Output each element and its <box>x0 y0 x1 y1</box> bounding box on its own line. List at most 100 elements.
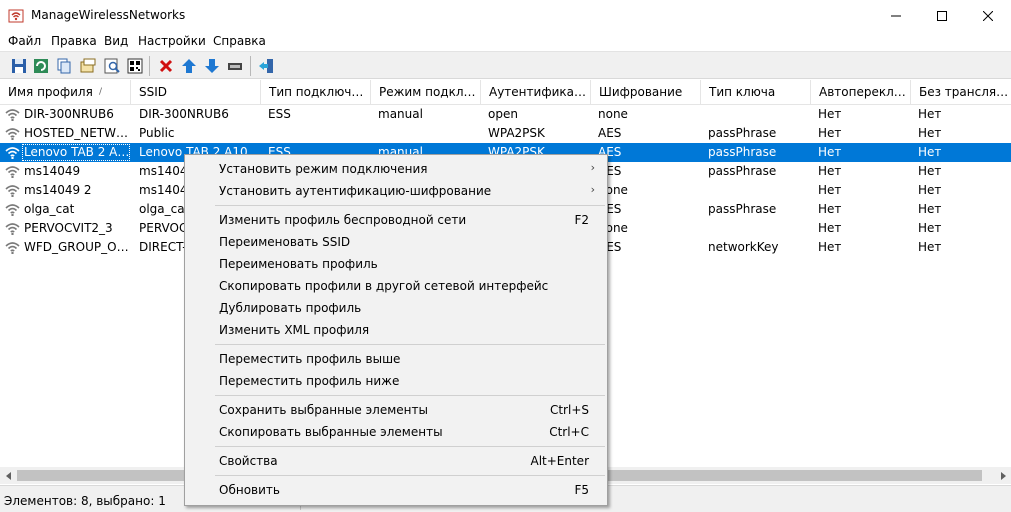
cell-key-type: passPhrase <box>708 202 777 216</box>
menu-item-copy-to-interface[interactable]: Скопировать профили в другой сетевой инт… <box>187 275 605 297</box>
move-down-button[interactable] <box>203 57 221 75</box>
menu-item-move-down[interactable]: Переместить профиль ниже <box>187 370 605 392</box>
move-up-button[interactable] <box>180 57 198 75</box>
move-up-icon <box>182 59 196 73</box>
column-header-encryption[interactable]: Шифрование <box>591 80 701 105</box>
refresh-button[interactable] <box>32 57 50 75</box>
window-title: ManageWirelessNetworks <box>31 8 186 22</box>
column-header-authentication[interactable]: Аутентификация <box>481 80 591 105</box>
cell-encryption: none <box>598 107 628 121</box>
cell-auto-switch: Нет <box>818 126 842 140</box>
properties-button[interactable] <box>79 57 97 75</box>
delete-button[interactable] <box>157 57 175 75</box>
menu-item-rename-ssid[interactable]: Переименовать SSID <box>187 231 605 253</box>
cell-encryption: none <box>598 183 628 197</box>
menu-separator <box>215 344 605 345</box>
interface-button[interactable] <box>226 57 244 75</box>
table-row[interactable]: DIR-300NRUB6 DIR-300NRUB6 ESS manual open non… <box>0 105 1011 124</box>
qr-icon <box>127 58 143 74</box>
move-down-icon <box>205 59 219 73</box>
cell-ssid: DIR-300NRUB6 <box>139 107 229 121</box>
menu-separator <box>215 395 605 396</box>
cell-non-broadcast: Нет <box>918 126 942 140</box>
title-bar: ManageWirelessNetworks <box>0 0 1011 31</box>
menu-item-properties[interactable]: Свойства Alt+Enter <box>187 450 605 472</box>
cell-connection-mode <box>378 124 488 143</box>
cell-key-type <box>708 181 818 200</box>
column-header-auto-switch[interactable]: Автопереключение <box>811 80 911 105</box>
cell-key-type: passPhrase <box>708 164 777 178</box>
menu-item-copy-selected[interactable]: Скопировать выбранные элементы Ctrl+C <box>187 421 605 443</box>
menu-item-move-up[interactable]: Переместить профиль выше <box>187 348 605 370</box>
cell-profile-name: ms14049 2 <box>24 183 92 197</box>
find-button[interactable] <box>103 57 121 75</box>
save-icon <box>12 59 26 73</box>
minimize-icon <box>891 15 901 16</box>
cell-key-type: networkKey <box>708 240 779 254</box>
interface-icon <box>228 63 242 70</box>
column-header-connection-type[interactable]: Тип подключения <box>261 80 371 105</box>
close-icon <box>983 10 993 21</box>
cell-ssid: Public <box>139 126 175 140</box>
menu-separator <box>215 205 605 206</box>
cell-auto-switch: Нет <box>818 164 842 178</box>
toolbar-separator <box>149 56 150 76</box>
menu-file[interactable]: Файл <box>8 34 41 48</box>
cell-non-broadcast: Нет <box>918 107 942 121</box>
chevron-right-icon <box>1000 471 1006 480</box>
cell-connection-mode: manual <box>378 107 423 121</box>
column-header-ssid[interactable]: SSID <box>131 80 261 105</box>
exit-icon <box>259 59 273 73</box>
copy-button[interactable] <box>55 57 73 75</box>
column-header-non-broadcast[interactable]: Без трансляции <box>911 80 1011 105</box>
cell-key-type <box>708 219 818 238</box>
refresh-icon <box>34 59 48 73</box>
menu-item-rename-profile[interactable]: Переименовать профиль <box>187 253 605 275</box>
menu-edit[interactable]: Правка <box>51 34 97 48</box>
cell-key-type: passPhrase <box>708 126 777 140</box>
column-header-connection-mode[interactable]: Режим подключения <box>371 80 481 105</box>
menu-item-edit-xml[interactable]: Изменить XML профиля <box>187 319 605 341</box>
menu-item-edit-profile[interactable]: Изменить профиль беспроводной сети F2 <box>187 209 605 231</box>
menu-separator <box>215 475 605 476</box>
close-button[interactable] <box>965 0 1011 31</box>
cell-auto-switch: Нет <box>818 107 842 121</box>
cell-encryption: AES <box>598 145 622 159</box>
app-icon <box>8 9 24 23</box>
menu-view[interactable]: Вид <box>104 34 128 48</box>
submenu-arrow-icon: › <box>590 161 595 174</box>
cell-key-type <box>708 105 818 124</box>
cell-authentication: WPA2PSK <box>488 126 545 140</box>
cell-non-broadcast: Нет <box>918 183 942 197</box>
cell-encryption: AES <box>598 164 622 178</box>
context-menu: Установить режим подключения › Установить… <box>184 154 608 506</box>
exit-button[interactable] <box>257 57 275 75</box>
maximize-icon <box>937 10 947 21</box>
submenu-arrow-icon: › <box>590 183 595 196</box>
cell-connection-type <box>268 124 378 143</box>
menu-item-save-selected[interactable]: Сохранить выбранные элементы Ctrl+S <box>187 399 605 421</box>
table-row[interactable]: HOSTED_NETWORK_... Public WPA2PSK AES passPh… <box>0 124 1011 143</box>
menu-item-refresh[interactable]: Обновить F5 <box>187 479 605 501</box>
save-button[interactable] <box>10 57 28 75</box>
qr-button[interactable] <box>126 57 144 75</box>
cell-non-broadcast: Нет <box>918 145 942 159</box>
cell-auto-switch: Нет <box>818 221 842 235</box>
scroll-right-button[interactable] <box>994 467 1011 484</box>
maximize-button[interactable] <box>919 0 965 31</box>
find-icon <box>104 58 120 74</box>
menu-settings[interactable]: Настройки <box>138 34 206 48</box>
column-header-profile-name[interactable]: Имя профиля / <box>0 80 131 105</box>
focus-rectangle <box>22 144 130 161</box>
cell-key-type: passPhrase <box>708 145 777 159</box>
column-header-key-type[interactable]: Тип ключа <box>701 80 811 105</box>
menu-help[interactable]: Справка <box>213 34 266 48</box>
toolbar-separator <box>250 56 251 76</box>
menu-item-set-auth-encryption[interactable]: Установить аутентификацию-шифрование › <box>187 180 605 202</box>
cell-non-broadcast: Нет <box>918 240 942 254</box>
menu-item-duplicate-profile[interactable]: Дублировать профиль <box>187 297 605 319</box>
cell-encryption: none <box>598 221 628 235</box>
minimize-button[interactable] <box>873 0 919 31</box>
scroll-left-button[interactable] <box>0 467 17 484</box>
menu-item-set-connection-mode[interactable]: Установить режим подключения › <box>187 158 605 180</box>
